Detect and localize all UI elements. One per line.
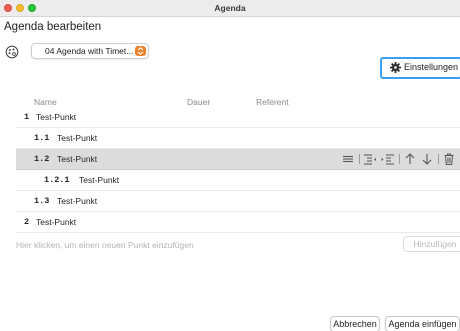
trash-icon[interactable] — [442, 152, 456, 166]
row-number: 1.2 — [34, 154, 50, 164]
toolbar-divider — [438, 154, 439, 164]
column-header-name[interactable]: Name — [34, 97, 57, 107]
add-item-button[interactable]: Hinzufügen — [403, 236, 460, 252]
agenda-row-1-2[interactable]: 1.2 Test-Punkt — [16, 149, 460, 170]
drag-handle-icon[interactable] — [341, 152, 355, 166]
agenda-row-1[interactable]: 1 Test-Punkt — [16, 107, 460, 128]
move-up-icon[interactable] — [403, 152, 417, 166]
template-select[interactable]: 04 Agenda with Timet... — [31, 43, 149, 59]
agenda-row-1-1[interactable]: 1.1 Test-Punkt — [16, 128, 460, 149]
new-item-placeholder[interactable]: Hier klicken, um einen neuen Punkt einzu… — [16, 240, 194, 250]
insert-agenda-button[interactable]: Agenda einfügen — [385, 316, 460, 331]
toolbar-divider — [359, 154, 360, 164]
new-item-row[interactable]: Hier klicken, um einen neuen Punkt einzu… — [16, 235, 460, 255]
page-title: Agenda bearbeiten — [4, 21, 102, 33]
title-bar: Agenda — [0, 0, 460, 17]
window-title: Agenda — [214, 3, 246, 13]
row-label: Test-Punkt — [36, 112, 77, 122]
row-number: 1.2.1 — [44, 175, 70, 185]
template-select-value: 04 Agenda with Timet... — [45, 46, 134, 56]
palette-icon — [5, 45, 19, 59]
row-label: Test-Punkt — [36, 217, 77, 227]
indent-icon[interactable] — [381, 152, 395, 166]
row-number: 1.3 — [34, 196, 50, 206]
move-down-icon[interactable] — [420, 152, 434, 166]
row-number: 2 — [24, 217, 30, 227]
agenda-row-1-2-1[interactable]: 1.2.1 Test-Punkt — [16, 170, 460, 191]
row-label: Test-Punkt — [57, 133, 98, 143]
cancel-button[interactable]: Abbrechen — [330, 316, 380, 331]
row-label: Test-Punkt — [79, 175, 120, 185]
toolbar-divider — [399, 154, 400, 164]
outdent-icon[interactable] — [363, 152, 377, 166]
cancel-button-label: Abbrechen — [333, 319, 377, 329]
row-label: Test-Punkt — [57, 196, 98, 206]
settings-button[interactable]: Einstellungen — [385, 61, 460, 75]
row-number: 1.1 — [34, 133, 50, 143]
column-header-referent[interactable]: Referent — [256, 97, 289, 107]
agenda-window: Agenda Agenda bearbeiten 04 Agenda with … — [0, 0, 460, 331]
settings-button-label: Einstellungen — [404, 62, 459, 72]
gear-icon — [390, 62, 401, 73]
row-toolbar — [341, 152, 460, 166]
row-label: Test-Punkt — [57, 154, 98, 164]
row-number: 1 — [24, 112, 30, 122]
insert-agenda-button-label: Agenda einfügen — [388, 319, 457, 329]
add-item-button-label: Hinzufügen — [413, 239, 457, 249]
chevron-updown-icon — [135, 46, 146, 56]
agenda-row-1-3[interactable]: 1.3 Test-Punkt — [16, 191, 460, 212]
agenda-row-2[interactable]: 2 Test-Punkt — [16, 212, 460, 233]
column-header-dauer[interactable]: Dauer — [187, 97, 210, 107]
